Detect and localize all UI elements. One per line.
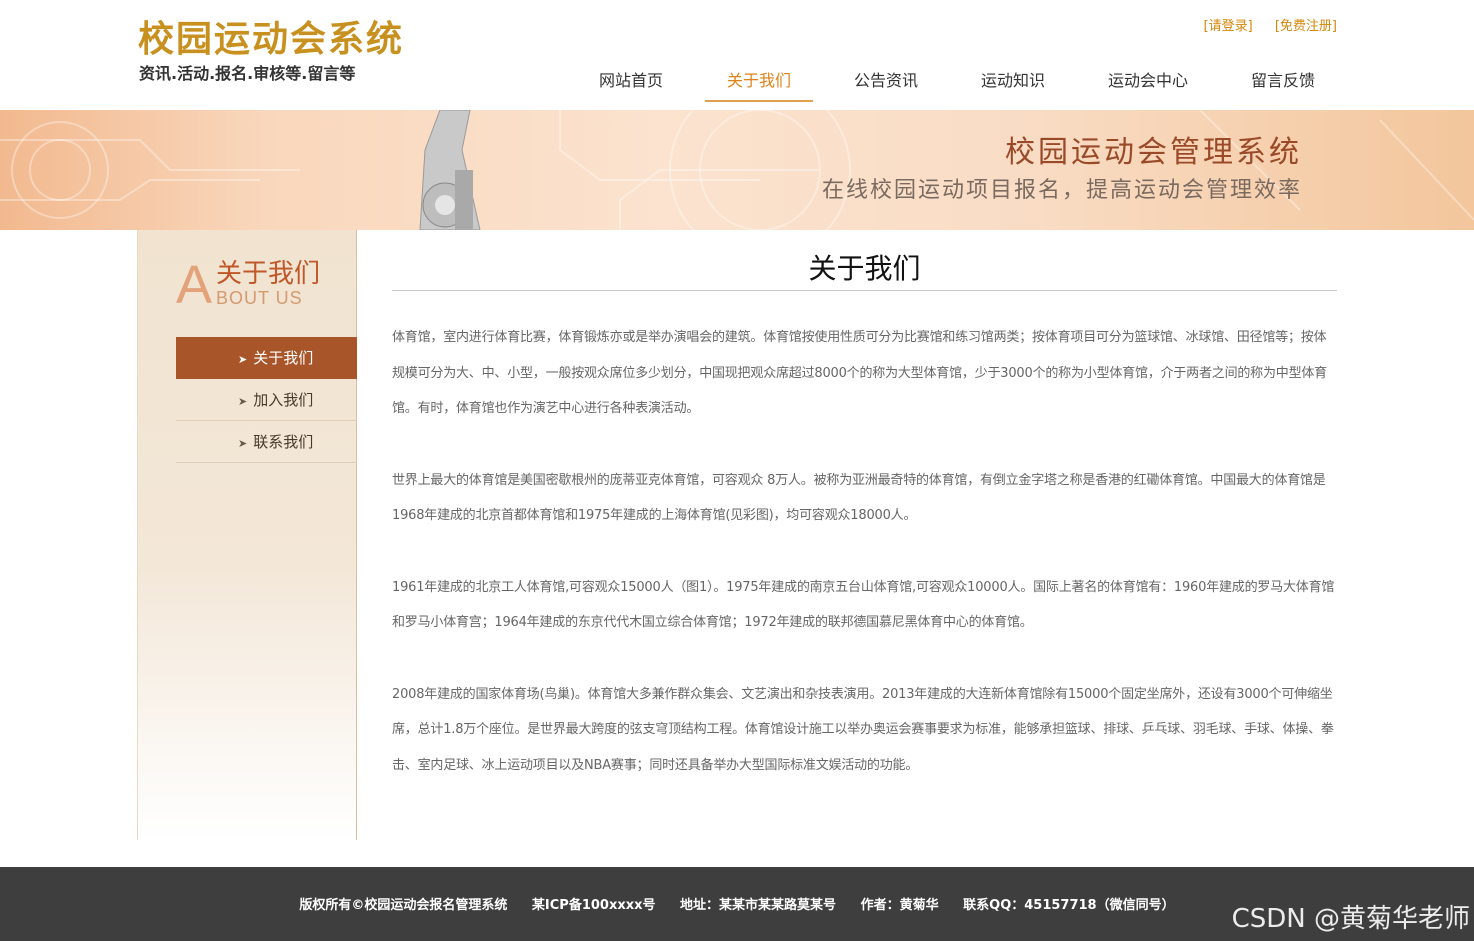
article-paragraph: 世界上最大的体育馆是美国密歇根州的庞蒂亚克体育馆，可容观众 8万人。被称为亚洲最… <box>392 472 1326 524</box>
sidebar-item-about[interactable]: ➤ 关于我们 <box>176 337 357 379</box>
account-links: [请登录] [免费注册] <box>1186 15 1337 34</box>
site-header: 校园运动会系统 资讯.活动.报名.审核等.留言等 [请登录] [免费注册] 网站… <box>0 0 1474 110</box>
sidebar-heading: A 关于我们 BOUT US <box>176 254 346 314</box>
nav-item-about[interactable]: 关于我们 <box>705 60 813 102</box>
sidebar-item-join[interactable]: ➤ 加入我们 <box>176 379 357 421</box>
page-title: 关于我们 <box>392 250 1337 291</box>
footer-contact: 联系QQ：45157718（微信同号） <box>963 898 1175 913</box>
article-paragraph: 2008年建成的国家体育场(鸟巢)。体育馆大多兼作群众集会、文艺演出和杂技表演用… <box>392 686 1334 773</box>
site-logo-subtitle: 资讯.活动.报名.审核等.留言等 <box>139 64 356 83</box>
footer-address: 地址：某某市某某路莫某号 <box>680 898 837 913</box>
banner-subtitle: 在线校园运动项目报名，提高运动会管理效率 <box>821 178 1302 203</box>
banner-title: 校园运动会管理系统 <box>1005 135 1302 170</box>
robot-arm-graphic <box>419 110 481 230</box>
chevron-right-icon: ➤ <box>238 395 248 408</box>
nav-item-feedback[interactable]: 留言反馈 <box>1229 60 1337 102</box>
article-paragraph: 体育馆，室内进行体育比赛，体育锻炼亦或是举办演唱会的建筑。体育馆按使用性质可分为… <box>392 330 1327 416</box>
sidebar-heading-letter: A <box>176 255 213 315</box>
sidebar-item-contact[interactable]: ➤ 联系我们 <box>176 421 357 463</box>
register-link[interactable]: [免费注册] <box>1275 19 1337 34</box>
csdn-watermark: CSDN @黄菊华老师 <box>1231 904 1470 934</box>
hero-banner: 校园运动会管理系统 在线校园运动项目报名，提高运动会管理效率 <box>0 110 1474 230</box>
footer-author: 作者：黄菊华 <box>860 898 939 913</box>
main-nav: 网站首页 关于我们 公告资讯 运动知识 运动会中心 留言反馈 <box>568 60 1337 104</box>
sidebar-item-label: 加入我们 <box>253 391 314 409</box>
sidebar-heading-cn: 关于我们 <box>216 259 321 289</box>
chevron-right-icon: ➤ <box>238 353 248 366</box>
nav-item-sports-knowledge[interactable]: 运动知识 <box>959 60 1067 102</box>
sidebar-menu: ➤ 关于我们 ➤ 加入我们 ➤ 联系我们 <box>176 337 357 463</box>
login-link[interactable]: [请登录] <box>1204 19 1253 34</box>
sidebar-item-label: 关于我们 <box>253 349 314 367</box>
main-content: 关于我们 体育馆，室内进行体育比赛，体育锻炼亦或是举办演唱会的建筑。体育馆按使用… <box>392 230 1337 819</box>
article-body: 体育馆，室内进行体育比赛，体育锻炼亦或是举办演唱会的建筑。体育馆按使用性质可分为… <box>392 320 1337 783</box>
nav-item-home[interactable]: 网站首页 <box>568 60 694 102</box>
sidebar: A 关于我们 BOUT US ➤ 关于我们 ➤ 加入我们 ➤ 联系我们 <box>137 230 357 840</box>
article-paragraph: 1961年建成的北京工人体育馆,可容观众15000人（图1）。1975年建成的南… <box>392 579 1335 631</box>
nav-item-games-center[interactable]: 运动会中心 <box>1067 60 1229 102</box>
sidebar-heading-en: BOUT US <box>216 288 303 308</box>
chevron-right-icon: ➤ <box>238 437 248 450</box>
sidebar-item-label: 联系我们 <box>253 433 314 451</box>
footer-copyright: 版权所有©校园运动会报名管理系统 <box>299 898 508 913</box>
nav-item-announcements[interactable]: 公告资讯 <box>813 60 959 102</box>
site-logo-title[interactable]: 校园运动会系统 <box>138 18 404 62</box>
footer-icp: 某ICP备100xxxx号 <box>531 898 656 913</box>
